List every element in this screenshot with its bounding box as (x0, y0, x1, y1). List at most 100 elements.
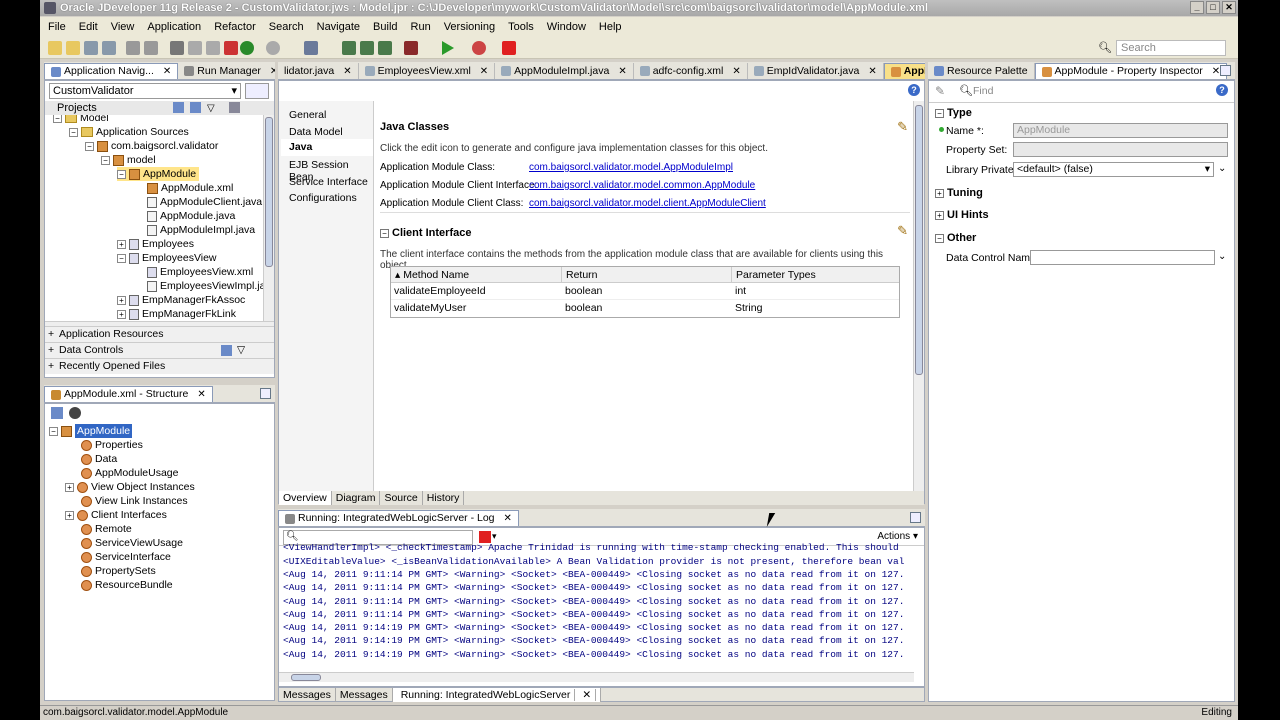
minimize-button[interactable]: _ (1190, 1, 1204, 14)
redo-icon[interactable] (144, 41, 158, 55)
structure-item[interactable]: ServiceViewUsage (81, 536, 183, 550)
debug-target-icon[interactable] (304, 41, 318, 55)
copy-icon[interactable] (188, 41, 202, 55)
search-icon[interactable]: 🔍︎ (1098, 41, 1112, 54)
accordion-application-resources[interactable]: + Application Resources (45, 326, 274, 342)
sidenav-configurations[interactable]: Configurations (289, 192, 357, 204)
new-icon[interactable] (48, 41, 62, 55)
tree-item[interactable]: AppModule.java (147, 209, 235, 223)
minimize-panel-icon[interactable] (260, 388, 271, 399)
close-icon[interactable]: ✕ (343, 64, 351, 79)
close-icon[interactable]: ✕ (618, 64, 626, 79)
help-icon[interactable]: ? (1216, 84, 1228, 96)
tab-application-navigator[interactable]: Application Navig... ✕ (44, 63, 179, 79)
search-input[interactable]: Search (1116, 40, 1226, 56)
menu-search[interactable]: Search (269, 21, 304, 33)
refresh-icon[interactable] (221, 345, 232, 356)
collapse-icon[interactable]: − (935, 233, 944, 243)
menu-application[interactable]: Application (147, 21, 201, 33)
close-icon[interactable]: ✕ (868, 64, 876, 79)
tree-item[interactable]: − com.baigsorcl.validator (85, 139, 218, 153)
tree-item[interactable]: + EmpManagerFkLink (117, 307, 236, 321)
sidenav-data-model[interactable]: Data Model (289, 126, 343, 138)
editor-scrollbar[interactable] (913, 101, 924, 493)
structure-root[interactable]: − AppModule (49, 424, 133, 438)
scrollbar-thumb[interactable] (915, 105, 923, 375)
application-select[interactable]: CustomValidator ▾ (49, 83, 241, 99)
sidenav-java[interactable]: Java (281, 139, 373, 156)
menu-navigate[interactable]: Navigate (317, 21, 360, 33)
name-field[interactable]: AppModule (1013, 123, 1228, 138)
save-icon[interactable] (84, 41, 98, 55)
tree-item[interactable]: − EmployeesView (117, 251, 217, 265)
chevron-down-icon[interactable]: ⌄ (1218, 163, 1226, 174)
tree-scrollbar[interactable] (263, 115, 274, 321)
column-header-return[interactable]: Return (562, 267, 732, 283)
tab-messages-2[interactable]: Messages (336, 688, 393, 702)
search-icon[interactable] (173, 102, 184, 113)
tree-item[interactable]: − Application Sources (69, 125, 189, 139)
tree-item[interactable]: EmployeesView.xml (147, 265, 253, 279)
tab-structure[interactable]: AppModule.xml - Structure ✕ (44, 386, 213, 402)
structure-item[interactable]: AppModuleUsage (81, 466, 178, 480)
table-row[interactable]: validateEmployeeId boolean int (391, 283, 899, 300)
pencil-icon[interactable]: ✎ (897, 223, 908, 239)
section-tuning[interactable]: + Tuning (935, 187, 983, 199)
tree-item[interactable]: EmployeesViewImpl.java (147, 279, 263, 293)
pencil-icon[interactable]: ✎ (897, 119, 908, 135)
help-icon[interactable]: ? (908, 84, 920, 96)
structure-item[interactable]: PropertySets (81, 564, 156, 578)
expand-icon[interactable]: + (935, 188, 944, 198)
sidenav-service-interface[interactable]: Service Interface (289, 176, 368, 188)
collapse-icon[interactable]: − (935, 108, 944, 118)
tab-empidvalidator-java[interactable]: EmpIdValidator.java ✕ (748, 63, 884, 79)
table-row[interactable]: validateMyUser boolean String (391, 300, 899, 317)
refresh-icon[interactable] (190, 102, 201, 113)
data-control-field[interactable] (1030, 250, 1215, 265)
section-type[interactable]: − Type (935, 107, 972, 119)
find-input[interactable]: Find (973, 84, 1203, 99)
binoculars-icon[interactable] (69, 407, 81, 419)
close-icon[interactable]: ✕ (197, 387, 205, 402)
tab-run-manager[interactable]: Run Manager ✕ (178, 63, 275, 79)
scrollbar-thumb[interactable] (291, 674, 321, 681)
menu-versioning[interactable]: Versioning (444, 21, 495, 33)
collapse-icon[interactable]: − (53, 115, 62, 123)
tab-validator-java[interactable]: lidator.java ✕ (278, 63, 359, 79)
tab-property-inspector[interactable]: AppModule - Property Inspector ✕ (1034, 63, 1228, 79)
debug-icon[interactable] (472, 41, 486, 55)
accordion-data-controls[interactable]: + Data Controls ▽ (45, 342, 274, 358)
tab-appmodule-xml[interactable]: AppModule.xml (883, 63, 925, 79)
section-other[interactable]: − Other (935, 232, 976, 244)
tree-item[interactable]: AppModuleClient.java (147, 195, 262, 209)
pencil-icon[interactable]: ✎ (935, 84, 945, 98)
forward-icon[interactable] (266, 41, 280, 55)
app-module-class-link[interactable]: com.baigsorcl.validator.model.AppModuleI… (529, 162, 733, 173)
collapse-icon[interactable]: − (49, 426, 58, 436)
close-button[interactable]: ✕ (1222, 1, 1236, 14)
property-set-field[interactable] (1013, 142, 1228, 157)
tab-running-server[interactable]: Running: IntegratedWebLogicServer ✕ (392, 688, 602, 702)
terminate-icon[interactable] (502, 41, 516, 55)
tree-item-selected[interactable]: − AppModule (117, 167, 200, 181)
menu-tools[interactable]: Tools (508, 21, 534, 33)
client-class-link[interactable]: com.baigsorcl.validator.model.client.App… (529, 198, 766, 209)
tab-employeesview-xml[interactable]: EmployeesView.xml ✕ (359, 63, 496, 79)
menu-build[interactable]: Build (373, 21, 397, 33)
scrollbar-thumb[interactable] (265, 117, 273, 267)
deploy-icon[interactable] (404, 41, 418, 55)
structure-item[interactable]: + View Object Instances (65, 480, 195, 494)
structure-item[interactable]: Properties (81, 438, 143, 452)
tab-history[interactable]: History (423, 491, 465, 505)
collapse-icon[interactable]: − (69, 127, 78, 137)
chevron-down-icon[interactable]: ⌄ (1218, 251, 1226, 262)
close-icon[interactable]: ✕ (480, 64, 488, 79)
collapse-icon[interactable]: − (101, 155, 110, 165)
close-icon[interactable]: ✕ (732, 64, 740, 79)
library-private-select[interactable]: <default> (false) ▾ (1013, 162, 1214, 177)
accordion-recently-opened[interactable]: + Recently Opened Files (45, 358, 274, 374)
expand-icon[interactable]: + (117, 309, 126, 319)
sidenav-general[interactable]: General (289, 109, 326, 121)
structure-item[interactable]: ServiceInterface (81, 550, 171, 564)
close-icon[interactable]: ✕ (270, 64, 275, 79)
